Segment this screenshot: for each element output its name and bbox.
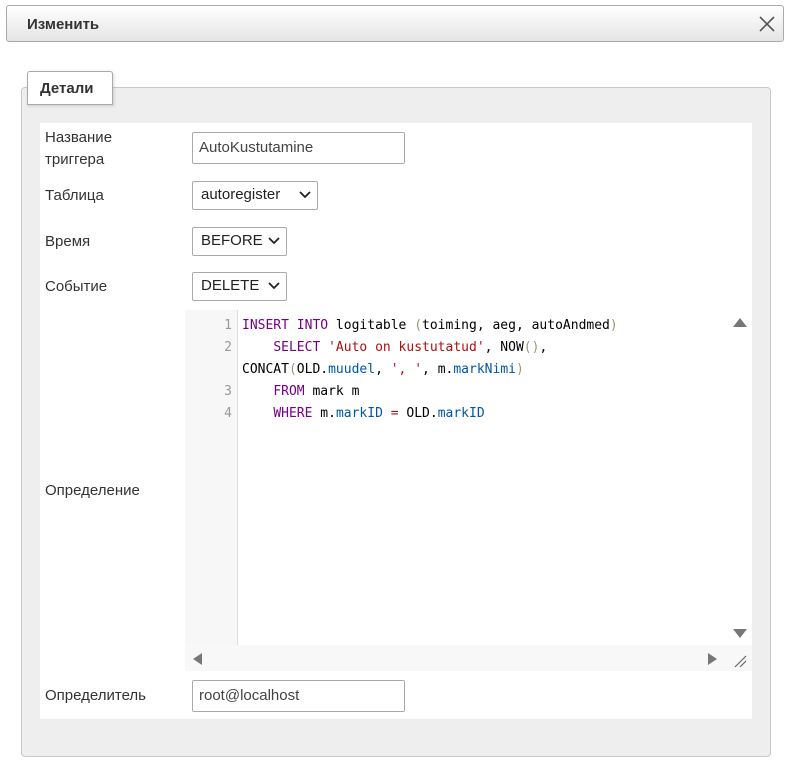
event-label: Событие: [45, 278, 108, 295]
definition-label: Определение: [45, 482, 140, 499]
trigger-name-label-line1: Название: [45, 129, 113, 146]
close-icon: [759, 16, 775, 32]
tab-details[interactable]: Детали: [27, 71, 113, 105]
resize-grip-icon[interactable]: [733, 654, 747, 668]
tab-details-label: Детали: [40, 80, 94, 97]
code-line: WHERE m.markID = OLD.markID: [273, 406, 485, 421]
chevron-down-icon: [268, 282, 280, 290]
event-select[interactable]: DELETE: [192, 272, 287, 301]
time-select-value: BEFORE: [201, 232, 263, 249]
trigger-name-input[interactable]: AutoKustutamine: [192, 132, 405, 164]
code-line: CONCAT(OLD.muudel, ', ', m.markNimi): [242, 362, 524, 377]
scroll-down-arrow-icon[interactable]: [732, 628, 748, 640]
scroll-right-arrow-icon[interactable]: [707, 652, 719, 666]
definer-input[interactable]: root@localhost: [192, 680, 405, 712]
editor-horizontal-scrollbar[interactable]: [185, 645, 752, 671]
code-line: FROM mark m: [273, 384, 360, 399]
code-line: INSERT INTO logitable (toiming, aeg, aut…: [242, 318, 618, 333]
line-number: 4: [224, 406, 232, 421]
line-number: 2: [224, 340, 232, 355]
close-button[interactable]: [757, 14, 777, 34]
scroll-up-arrow-icon[interactable]: [732, 316, 748, 328]
table-select[interactable]: autoregister: [192, 181, 318, 210]
event-select-value: DELETE: [201, 277, 260, 294]
scroll-left-arrow-icon[interactable]: [191, 652, 203, 666]
dialog-titlebar[interactable]: Изменить: [6, 5, 784, 42]
definition-code-editor[interactable]: 1 2 3 4 INSERT INTO logitable (toiming, …: [185, 310, 752, 645]
table-label: Таблица: [45, 187, 104, 204]
line-number: 3: [224, 384, 232, 399]
trigger-form: Название триггера AutoKustutamine Таблиц…: [40, 123, 752, 719]
line-number-gutter: 1 2 3 4: [185, 310, 238, 645]
time-label: Время: [45, 233, 91, 250]
time-select[interactable]: BEFORE: [192, 227, 287, 256]
chevron-down-icon: [268, 237, 280, 245]
chevron-down-icon: [299, 191, 311, 199]
line-number: 1: [224, 318, 232, 333]
table-select-value: autoregister: [201, 186, 281, 203]
definer-label: Определитель: [45, 687, 146, 704]
dialog-title: Изменить: [27, 16, 100, 33]
code-line: SELECT 'Auto on kustutatud', NOW(),: [273, 340, 548, 355]
edit-dialog: Изменить Детали Название триггера AutoKu…: [0, 0, 787, 768]
trigger-name-label-line2: триггера: [45, 151, 105, 168]
trigger-name-label: Название триггера: [45, 127, 112, 171]
editor-vertical-scrollbar[interactable]: [727, 310, 752, 645]
